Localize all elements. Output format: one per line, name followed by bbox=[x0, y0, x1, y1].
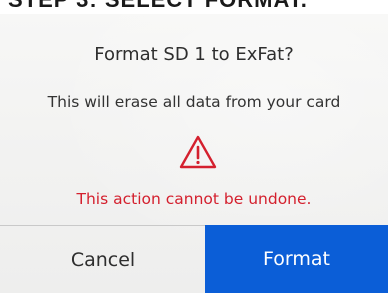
format-button[interactable]: Format bbox=[205, 225, 388, 293]
photo-scene: STEP 3: SELECT FORMAT. Format SD 1 to Ex… bbox=[0, 0, 388, 293]
step-caption: STEP 3: SELECT FORMAT. bbox=[8, 0, 308, 13]
cancel-button[interactable]: Cancel bbox=[0, 226, 206, 293]
caption-strip: STEP 3: SELECT FORMAT. bbox=[0, 0, 388, 14]
warning-triangle-icon bbox=[179, 135, 217, 169]
dialog-message: This will erase all data from your card bbox=[47, 93, 341, 111]
dialog-title: Format SD 1 to ExFat? bbox=[94, 44, 294, 65]
warning-text: This action cannot be undone. bbox=[76, 190, 312, 208]
device-screen: Format SD 1 to ExFat? This will erase al… bbox=[0, 14, 388, 293]
